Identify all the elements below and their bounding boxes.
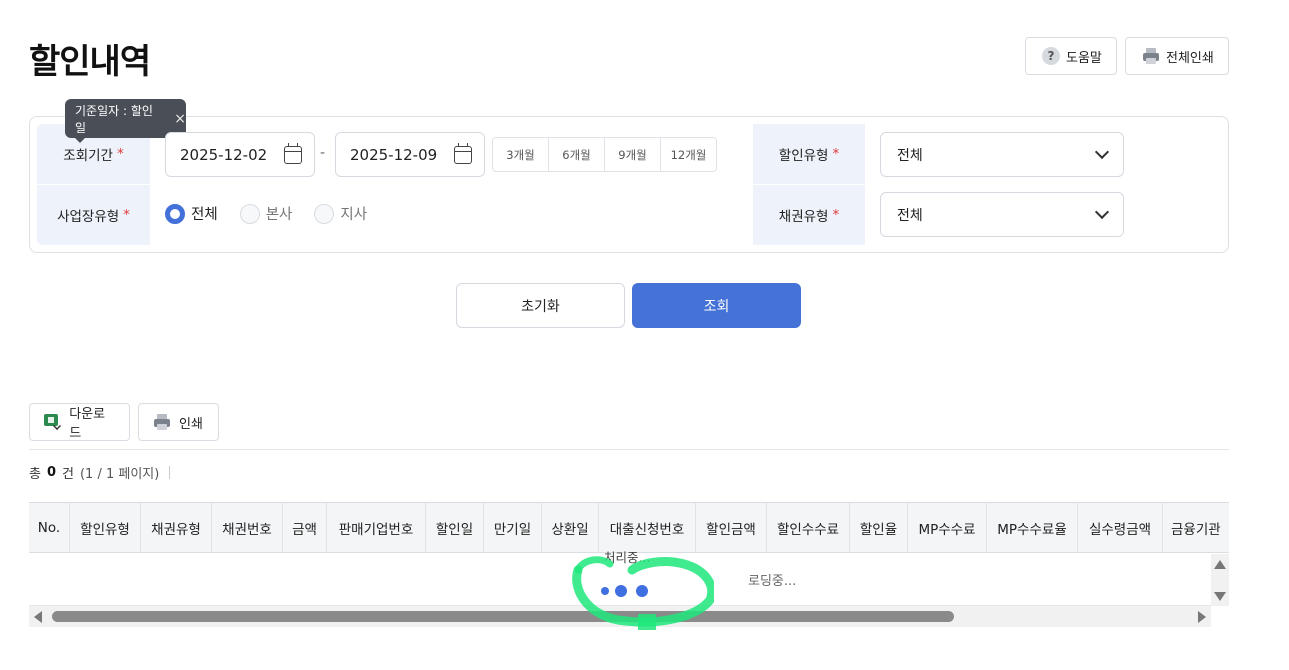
col-discount-fee[interactable]: 할인수수료 bbox=[767, 503, 850, 552]
reset-button[interactable]: 초기화 bbox=[456, 283, 625, 328]
required-mark: * bbox=[832, 146, 840, 162]
divider bbox=[169, 466, 171, 479]
col-loan-request-no[interactable]: 대출신청번호 bbox=[599, 503, 696, 552]
col-mp-fee-rate[interactable]: MP수수료율 bbox=[987, 503, 1078, 552]
radio-branch-label: 지사 bbox=[340, 207, 368, 223]
question-icon: ? bbox=[1042, 47, 1060, 65]
period-label-text: 조회기간 bbox=[63, 148, 113, 164]
col-amount[interactable]: 금액 bbox=[283, 503, 327, 552]
spinner-annotation bbox=[572, 556, 717, 630]
bond-type-value: 전체 bbox=[897, 207, 923, 224]
quick-period-group: 3개월 6개월 9개월 12개월 bbox=[492, 137, 717, 172]
spinner-dot bbox=[615, 585, 627, 597]
print-all-button[interactable]: 전체인쇄 bbox=[1125, 37, 1229, 75]
printer-icon bbox=[153, 413, 171, 431]
bond-type-label: 채권유형 * bbox=[753, 185, 865, 245]
print-label: 인쇄 bbox=[179, 416, 203, 432]
scroll-thumb[interactable] bbox=[52, 611, 954, 622]
discount-type-label: 할인유형 * bbox=[753, 124, 865, 184]
tooltip-text: 기준일자 : 할인일 bbox=[75, 103, 153, 135]
vertical-scrollbar[interactable] bbox=[1211, 554, 1229, 606]
col-discount-type[interactable]: 할인유형 bbox=[70, 503, 141, 552]
period-9m-button[interactable]: 9개월 bbox=[605, 138, 661, 171]
col-discount-date[interactable]: 할인일 bbox=[426, 503, 484, 552]
col-net-amount[interactable]: 실수령금액 bbox=[1078, 503, 1163, 552]
printer-icon bbox=[1142, 47, 1160, 65]
date-separator: - bbox=[320, 145, 326, 161]
scroll-down-icon[interactable] bbox=[1214, 592, 1226, 601]
spinner-dot bbox=[601, 587, 609, 595]
radio-unchecked-icon bbox=[239, 203, 260, 224]
date-to-value: 2025-12-09 bbox=[350, 145, 438, 164]
period-3m-button[interactable]: 3개월 bbox=[493, 138, 549, 171]
print-all-label: 전체인쇄 bbox=[1166, 50, 1214, 66]
discount-type-select[interactable]: 전체 bbox=[880, 132, 1124, 177]
divider bbox=[29, 449, 1229, 450]
biz-type-radio-group: 전체 본사 지사 bbox=[165, 203, 389, 224]
download-button[interactable]: 다운로드 bbox=[29, 403, 130, 441]
col-repay-date[interactable]: 상환일 bbox=[542, 503, 599, 552]
discount-type-label-text: 할인유형 bbox=[778, 148, 829, 164]
radio-all-label: 전체 bbox=[191, 207, 218, 223]
col-no[interactable]: No. bbox=[29, 503, 70, 552]
date-from-input[interactable]: 2025-12-02 bbox=[165, 132, 315, 177]
required-mark: * bbox=[116, 146, 124, 162]
calendar-icon[interactable] bbox=[284, 142, 302, 164]
grid-header: No. 할인유형 채권유형 채권번호 금액 판매기업번호 할인일 만기일 상환일… bbox=[29, 502, 1229, 553]
download-label: 다운로드 bbox=[69, 407, 106, 441]
radio-headquarters-label: 본사 bbox=[265, 207, 293, 223]
search-button[interactable]: 조회 bbox=[632, 283, 801, 328]
col-discount-rate[interactable]: 할인율 bbox=[850, 503, 908, 552]
biz-type-label-text: 사업장유형 bbox=[57, 209, 120, 225]
radio-unchecked-icon bbox=[314, 203, 335, 224]
page-title: 할인내역 bbox=[29, 42, 151, 82]
close-icon[interactable]: × bbox=[174, 111, 186, 127]
date-to-input[interactable]: 2025-12-09 bbox=[335, 132, 485, 177]
spinner-dot bbox=[636, 585, 648, 597]
period-12m-button[interactable]: 12개월 bbox=[661, 138, 716, 171]
loading-text: 로딩중... bbox=[748, 574, 797, 589]
annotation-stroke bbox=[638, 614, 656, 630]
help-button-label: 도움말 bbox=[1066, 50, 1102, 66]
required-mark: * bbox=[832, 207, 840, 223]
biz-type-label: 사업장유형 * bbox=[37, 185, 150, 245]
col-discount-amount[interactable]: 할인금액 bbox=[696, 503, 767, 552]
result-summary: 총 0 건 (1 / 1 페이지) bbox=[29, 463, 171, 482]
help-button[interactable]: ? 도움말 bbox=[1025, 37, 1117, 75]
col-financial-institution[interactable]: 금융기관 bbox=[1163, 503, 1229, 552]
annotation-stroke bbox=[574, 556, 614, 574]
col-seller-no[interactable]: 판매기업번호 bbox=[327, 503, 426, 552]
scroll-right-icon[interactable] bbox=[1198, 611, 1206, 623]
col-mp-fee[interactable]: MP수수료 bbox=[908, 503, 987, 552]
col-maturity-date[interactable]: 만기일 bbox=[484, 503, 542, 552]
col-bond-type[interactable]: 채권유형 bbox=[141, 503, 212, 552]
radio-checked-icon bbox=[165, 203, 185, 224]
print-button[interactable]: 인쇄 bbox=[138, 403, 219, 441]
calendar-icon[interactable] bbox=[454, 142, 472, 164]
total-prefix: 총 bbox=[29, 467, 41, 482]
discount-type-value: 전체 bbox=[897, 147, 923, 164]
total-count: 0 bbox=[46, 465, 57, 480]
loading-spinner bbox=[566, 548, 717, 630]
chevron-down-icon bbox=[1094, 144, 1110, 160]
total-unit: 건 bbox=[62, 467, 74, 482]
date-from-value: 2025-12-02 bbox=[180, 145, 268, 164]
radio-all[interactable]: 전체 bbox=[165, 203, 218, 224]
bond-type-select[interactable]: 전체 bbox=[880, 192, 1124, 237]
excel-download-icon bbox=[44, 414, 62, 430]
scroll-up-icon[interactable] bbox=[1214, 560, 1226, 569]
chevron-down-icon bbox=[1094, 204, 1110, 220]
radio-branch[interactable]: 지사 bbox=[314, 203, 367, 224]
scroll-left-icon[interactable] bbox=[34, 611, 42, 623]
required-mark: * bbox=[123, 207, 130, 223]
bond-type-label-text: 채권유형 bbox=[778, 209, 829, 225]
radio-headquarters[interactable]: 본사 bbox=[239, 203, 293, 224]
period-6m-button[interactable]: 6개월 bbox=[549, 138, 605, 171]
page-info: (1 / 1 페이지) bbox=[79, 467, 160, 482]
col-bond-no[interactable]: 채권번호 bbox=[212, 503, 283, 552]
